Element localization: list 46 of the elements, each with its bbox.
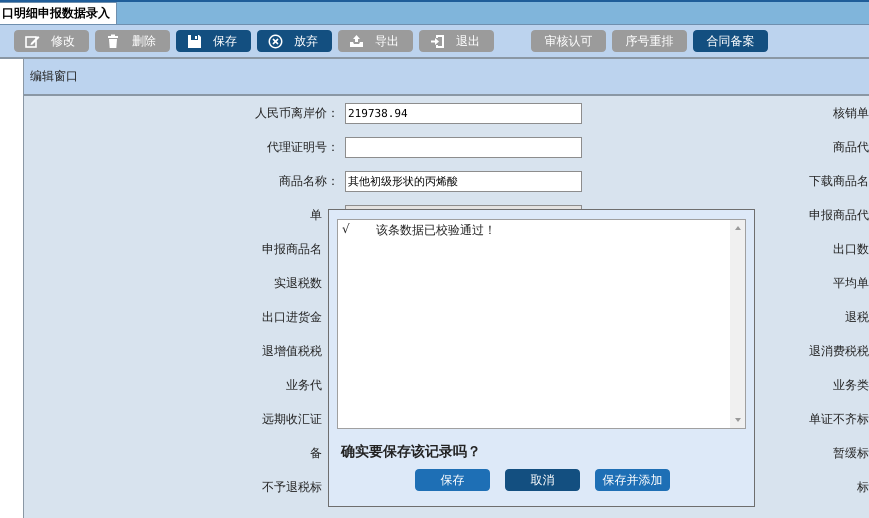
field-label: 暂缓标 [833, 444, 869, 462]
edit-icon [25, 34, 40, 48]
field-label: 核销单 [833, 104, 869, 122]
panel-title: 编辑窗口 [30, 68, 78, 85]
field-label: 退增值税税 [262, 342, 322, 360]
field-label: 标 [857, 478, 869, 496]
field-label: 出口数 [833, 240, 869, 258]
tray-upload-icon [349, 34, 364, 48]
dialog-button[interactable]: 取消 [505, 469, 580, 491]
field-label: 申报商品代 [809, 206, 869, 224]
field-label: 代理证明号： [267, 138, 339, 156]
field-label: 业务代 [286, 376, 322, 394]
dialog-button[interactable]: 保存并添加 [595, 469, 670, 491]
field-label: 不予退税标 [262, 478, 322, 496]
field-label: 退税 [845, 308, 869, 326]
field-label: 单证不齐标 [809, 410, 869, 428]
field-label: 退消费税税 [809, 342, 869, 360]
field-label: 远期收汇证 [262, 410, 322, 428]
field-label: 业务类 [833, 376, 869, 394]
confirm-question: 确实要保存该记录吗？ [340, 443, 482, 461]
message-text: 该条数据已校验通过！ [376, 222, 496, 239]
exit-icon [430, 34, 445, 48]
scroll-up-icon[interactable] [734, 226, 740, 230]
field-label: 单 [310, 206, 322, 224]
scrollbar[interactable] [730, 220, 745, 428]
field-label: 申报商品名 [262, 240, 322, 258]
check-mark: √ [342, 222, 351, 238]
field-label: 商品名称： [279, 172, 339, 190]
toolbar-button[interactable]: 放弃 [257, 30, 332, 52]
field-label: 平均单 [833, 274, 869, 292]
field-label: 人民币离岸价： [255, 104, 339, 122]
field-label: 下载商品名 [809, 172, 869, 190]
field-label: 出口进货金 [262, 308, 322, 326]
trash-icon [106, 34, 121, 48]
close-icon [268, 34, 283, 48]
dialog-button[interactable]: 保存 [415, 469, 490, 491]
scroll-down-icon[interactable] [734, 418, 740, 422]
field-label: 商品代 [833, 138, 869, 156]
field-label: 备 [310, 444, 322, 462]
input-field[interactable]: 219738.94 [345, 102, 582, 124]
input-field[interactable]: 其他初级形状的丙烯酸 [345, 170, 582, 192]
toolbar-button[interactable]: 保存 [176, 30, 251, 52]
field-label: 实退税数 [274, 274, 322, 292]
tab[interactable]: 口明细申报数据录入 [0, 2, 117, 24]
input-field[interactable] [345, 136, 582, 158]
toolbar-button[interactable]: 合同备案 [693, 30, 768, 52]
